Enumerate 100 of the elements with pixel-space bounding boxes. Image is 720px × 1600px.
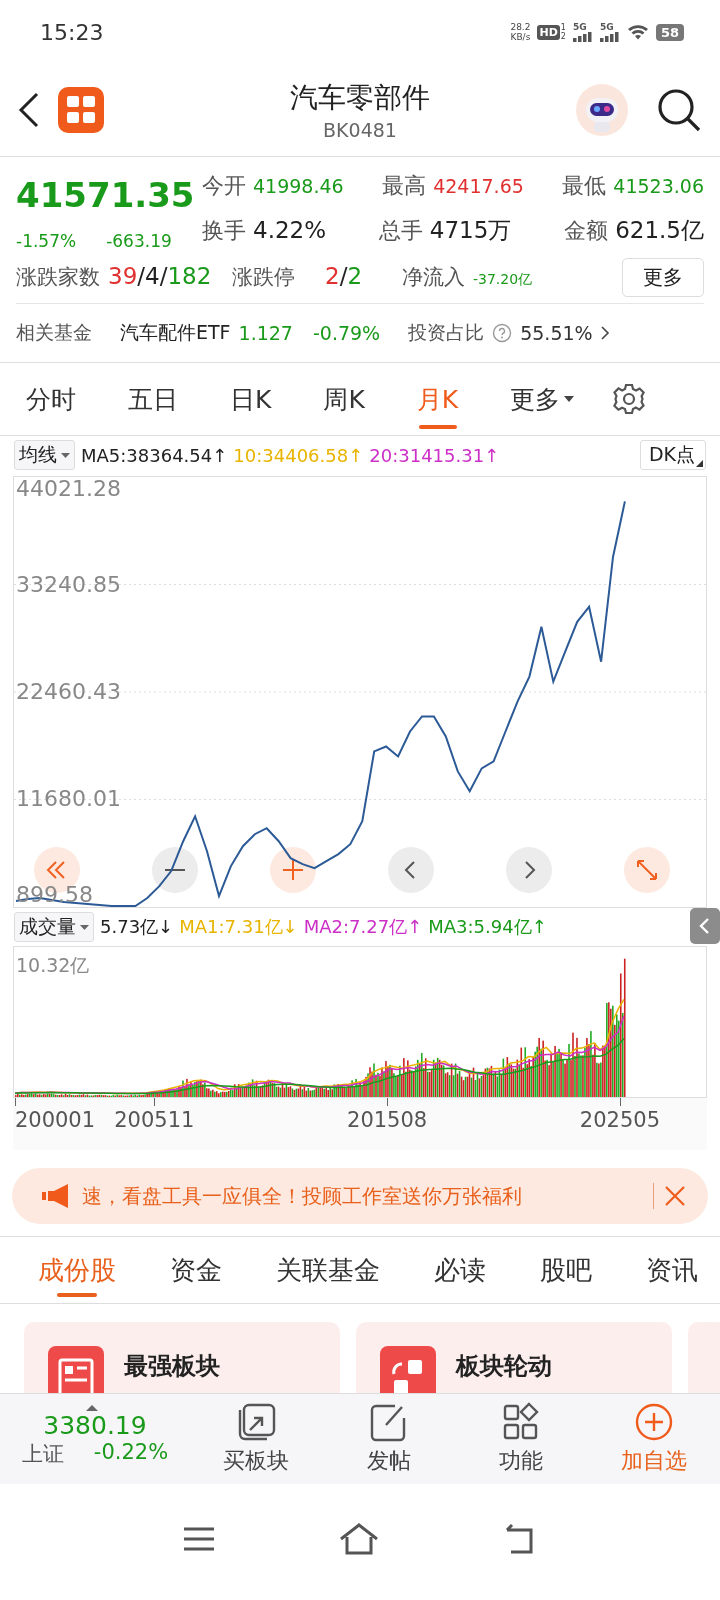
stat-value: 4715万	[429, 216, 512, 245]
help-icon[interactable]	[492, 323, 513, 343]
content-tab[interactable]: 股吧	[540, 1237, 592, 1303]
chevron-left-icon[interactable]	[388, 847, 434, 893]
expand-icon[interactable]	[624, 847, 670, 893]
content-tab[interactable]: 关联基金	[276, 1237, 380, 1303]
settings-icon[interactable]	[612, 382, 647, 416]
axis-tick-label: 44021.28	[16, 477, 121, 501]
toolbar-button[interactable]: 功能	[455, 1402, 588, 1476]
signal-icon	[572, 31, 593, 42]
indicator-dropdown[interactable]: 均线	[14, 440, 75, 470]
zoom-in-icon[interactable]	[270, 847, 316, 893]
stat-value: 41998.46	[253, 175, 344, 197]
app-logo-icon	[58, 87, 104, 133]
stat-value: 2	[325, 263, 340, 289]
stat-value: -37.20亿	[473, 271, 533, 287]
ratio-value: 55.51%	[520, 322, 593, 344]
axis-tick-label: 10.32亿	[16, 953, 90, 978]
home-icon[interactable]	[339, 1523, 379, 1555]
dk-button[interactable]: DK点	[639, 440, 706, 470]
zoom-out-icon[interactable]	[152, 847, 198, 893]
indicator-dropdown[interactable]: 成交量	[14, 912, 94, 942]
axis-tick-label: 33240.85	[16, 572, 121, 597]
toolbar-button[interactable]: 买板块	[190, 1402, 323, 1476]
search-icon[interactable]	[656, 87, 702, 133]
content-tab[interactable]: 必读	[434, 1237, 486, 1303]
menu-icon[interactable]	[183, 1526, 215, 1552]
expand-up-icon[interactable]	[86, 1404, 98, 1411]
moving-average-value: 20:31415.31↑	[369, 444, 500, 466]
period-tab[interactable]: 日K	[230, 363, 272, 435]
volume-indicator-value: MA1:7.31亿↓	[179, 915, 298, 939]
stat-label: 今开	[202, 172, 246, 200]
volume-indicator-value: MA3:5.94亿↑	[428, 915, 547, 939]
axis-tick-label: 11680.01	[16, 787, 121, 812]
axis-tick-label: 200001	[13, 1108, 97, 1132]
wifi-icon	[626, 24, 649, 40]
index-change: -0.22%	[93, 1439, 169, 1466]
stat-label: 换手	[202, 217, 246, 245]
stat-value: 42417.65	[433, 175, 524, 197]
close-icon[interactable]	[664, 1185, 686, 1207]
feature-card[interactable]: 最强板块	[24, 1322, 340, 1393]
current-price: 41571.35	[16, 175, 196, 215]
fund-price: 1.127	[238, 322, 293, 344]
axis-tick-label: 22460.43	[16, 680, 121, 704]
axis-tick-label: 201508	[346, 1108, 429, 1132]
chevron-right-icon[interactable]	[506, 847, 552, 893]
stat-label: 涨跌停	[232, 264, 295, 291]
change-percent: -1.57%	[16, 231, 77, 251]
stat-label: 最低	[562, 172, 607, 200]
volume-indicator-value: MA2:7.27亿↑	[303, 915, 423, 939]
collapse-tab-icon[interactable]	[690, 908, 720, 944]
back-icon[interactable]	[18, 92, 40, 128]
corner-triangle-icon	[696, 460, 703, 467]
sim-numbers: 1 2	[560, 23, 566, 41]
volume-indicator-value: 5.73亿↓	[100, 915, 174, 939]
card-title: 最强板块	[124, 1351, 220, 1382]
network-type: 5G	[599, 22, 614, 32]
period-tab[interactable]: 分时	[26, 363, 76, 435]
robot-avatar-icon[interactable]	[576, 84, 628, 136]
fund-change: -0.79%	[312, 322, 381, 344]
stat-label: 涨跌家数	[16, 264, 100, 291]
stat-value: 41523.06	[613, 175, 704, 197]
stat-label: 最高	[382, 172, 427, 200]
axis-tick-label: 200511	[113, 1108, 196, 1132]
battery-icon: 58	[655, 23, 684, 41]
status-time: 15:23	[40, 19, 104, 45]
card-title: 板块轮动	[456, 1351, 552, 1382]
content-tab[interactable]: 资金	[170, 1237, 222, 1303]
ratio-label: 投资占比	[408, 320, 485, 345]
stat-value: 182	[167, 263, 212, 289]
toolbar-button[interactable]: 发帖	[322, 1402, 455, 1476]
period-tab[interactable]: 五日	[128, 363, 178, 435]
stat-value: 2	[347, 263, 363, 289]
stat-label: 金额	[564, 217, 609, 245]
stat-value: /	[137, 263, 146, 289]
page-title: 汽车零部件	[290, 80, 430, 116]
banner-text: 速，看盘工具一应俱全！投顾工作室送你万张福利	[82, 1182, 523, 1210]
content-tab[interactable]: 资讯	[646, 1237, 698, 1303]
chevron-right-icon[interactable]	[600, 325, 610, 341]
caret-icon	[564, 395, 575, 403]
more-button[interactable]: 更多	[622, 257, 704, 297]
period-tab[interactable]: 更多	[510, 363, 575, 435]
network-type: 5G	[572, 22, 587, 32]
feature-card[interactable]: 板块轮动	[356, 1322, 672, 1393]
stat-label: 总手	[378, 217, 423, 245]
stat-label: 净流入	[402, 264, 465, 291]
period-tab[interactable]: 周K	[323, 363, 365, 435]
stat-value: 39	[108, 263, 138, 289]
moving-average-value: 10:34406.58↑	[233, 444, 364, 466]
network-speed: 28.2 KB/s	[510, 22, 531, 42]
stat-value: /	[339, 263, 348, 289]
fund-label: 相关基金	[16, 320, 92, 345]
stat-value: 621.5亿	[615, 216, 704, 245]
stat-value: 4.22%	[253, 217, 327, 243]
stat-value: /	[159, 263, 168, 289]
sector-code: BK0481	[323, 119, 397, 141]
caret-icon	[61, 451, 70, 459]
fund-name[interactable]: 汽车配件ETF	[120, 320, 231, 346]
hd-badge: HD	[537, 24, 560, 40]
stat-value: 4	[145, 263, 160, 289]
